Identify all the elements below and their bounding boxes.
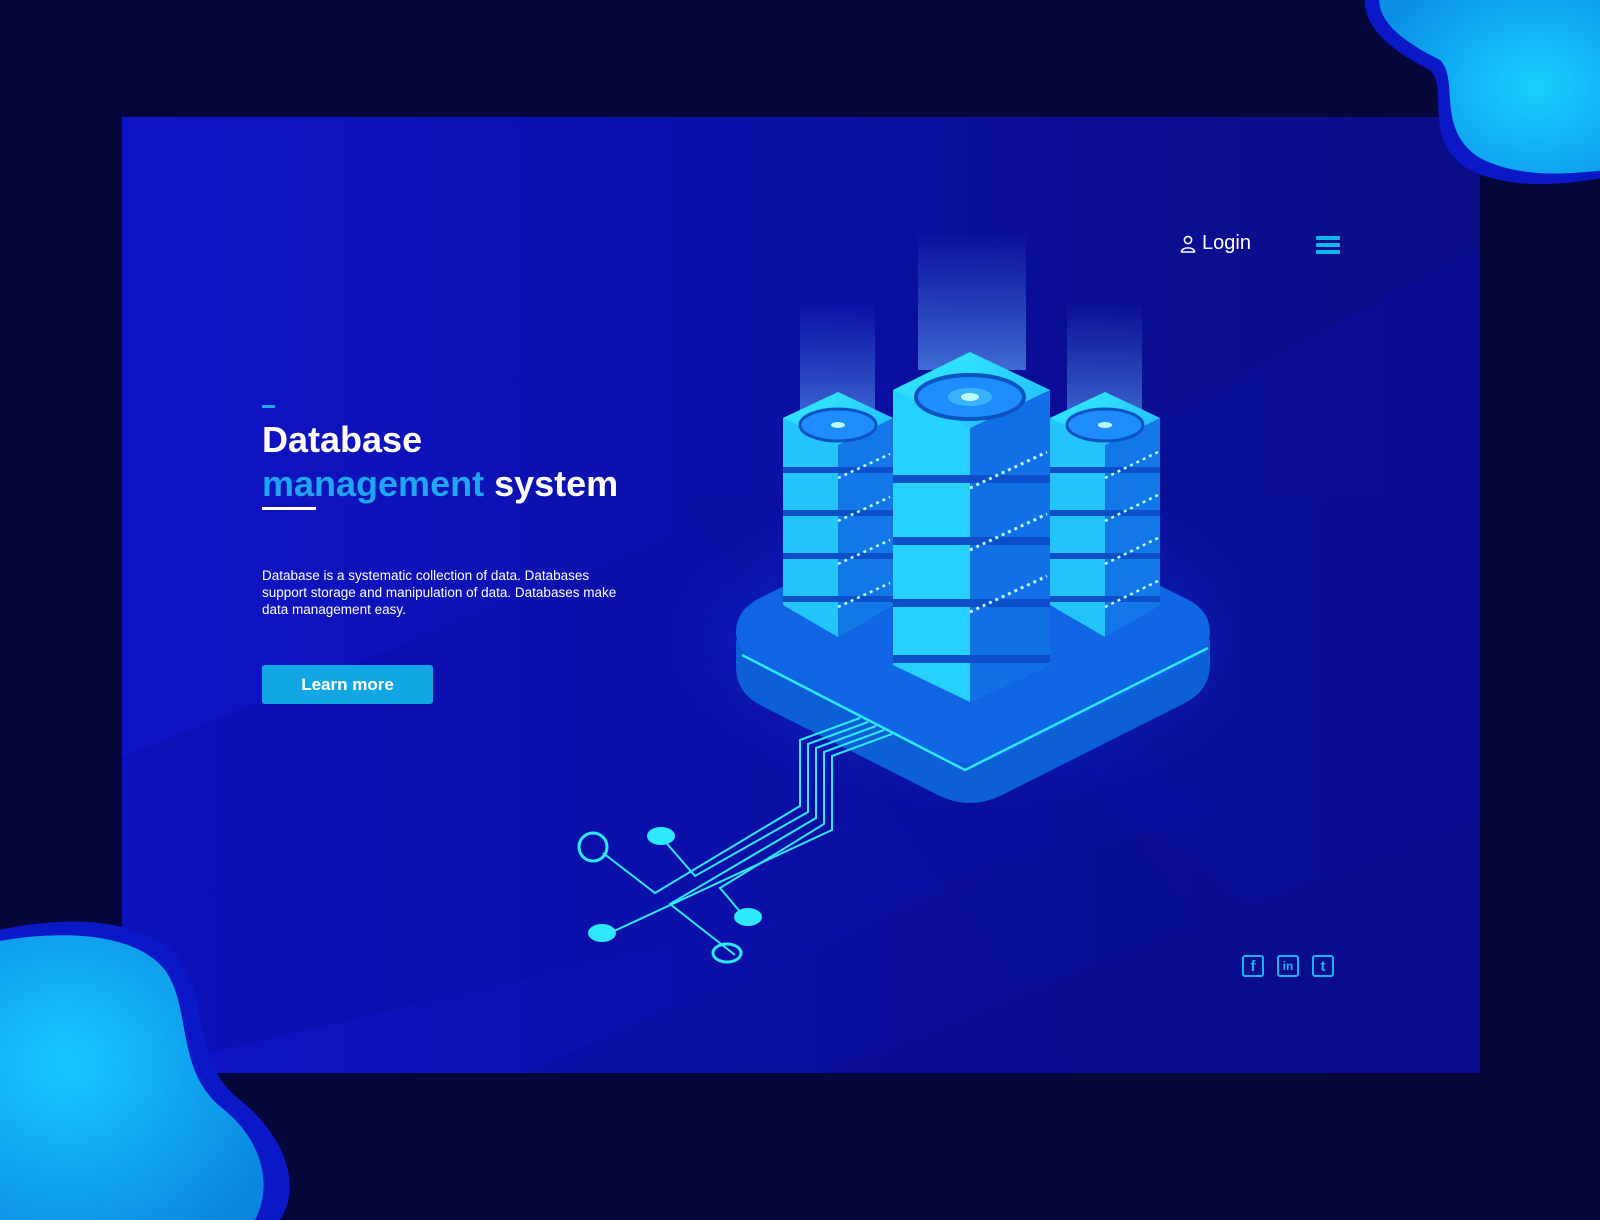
server-illustration [577, 230, 1240, 964]
title-accent-word: management [262, 463, 485, 504]
corner-blob-top-right [1364, 0, 1600, 184]
server-rack-left [783, 392, 893, 637]
server-rack-right [1050, 392, 1160, 637]
heading-accent-dash [262, 405, 275, 408]
title-underline [262, 507, 316, 510]
menu-bar [1316, 243, 1340, 247]
server-rack-center [893, 352, 1050, 702]
menu-bar [1316, 236, 1340, 240]
facebook-icon[interactable]: f [1242, 955, 1264, 977]
twitter-icon[interactable]: t [1312, 955, 1334, 977]
linkedin-icon[interactable]: in [1277, 955, 1299, 977]
hamburger-menu-icon[interactable] [1316, 236, 1340, 257]
corner-blob-bottom-left [0, 921, 290, 1220]
menu-bar [1316, 250, 1340, 254]
learn-more-button[interactable]: Learn more [262, 665, 433, 704]
social-links: f in t [1242, 955, 1334, 977]
